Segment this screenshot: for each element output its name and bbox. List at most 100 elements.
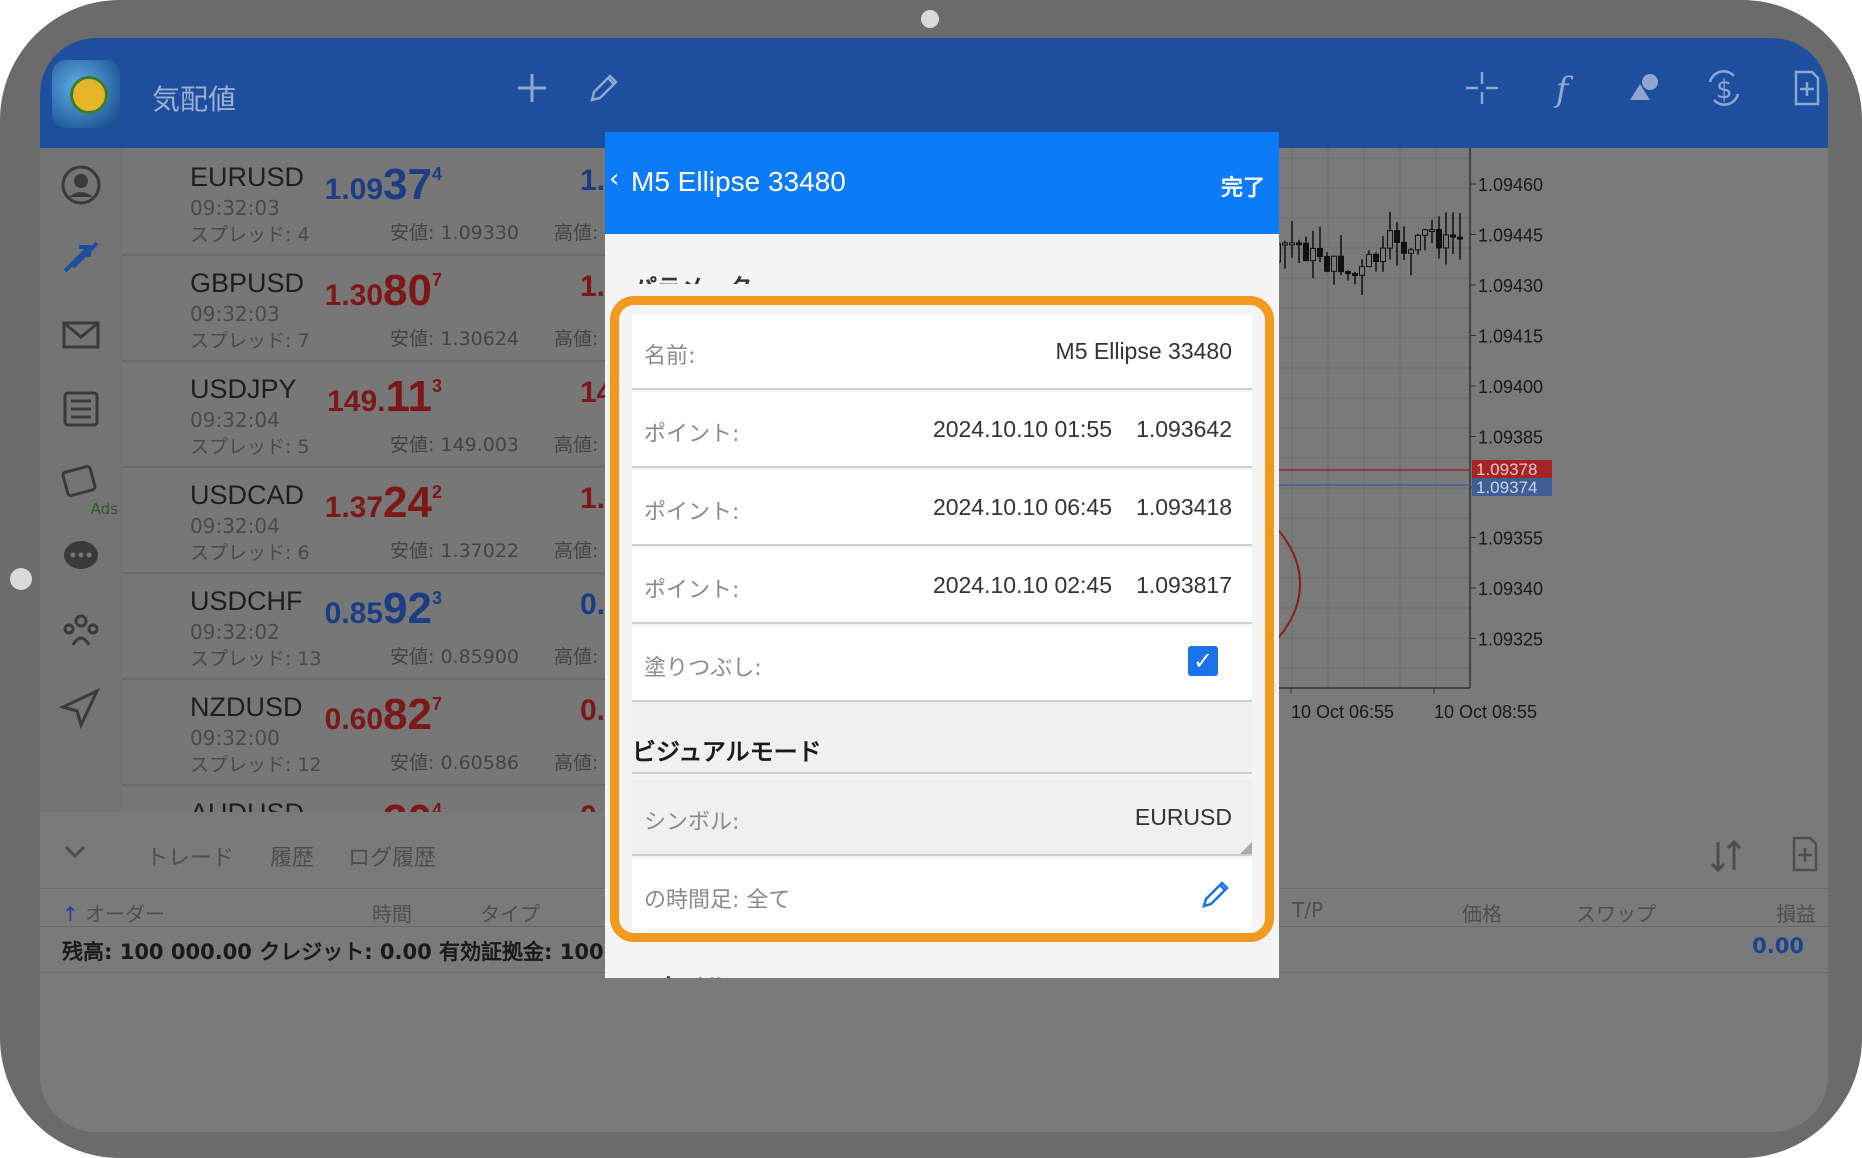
send-icon[interactable]	[52, 678, 110, 736]
svg-text:$: $	[1716, 75, 1733, 105]
back-chevron-icon[interactable]: ‹	[609, 164, 619, 194]
col-swap[interactable]: スワップ	[1576, 898, 1656, 927]
symbol-row[interactable]: シンボル: EURUSD	[632, 780, 1252, 856]
quote-symbol: NZDUSD	[190, 692, 303, 722]
shapes-icon[interactable]	[1622, 68, 1666, 112]
quote-row[interactable]: USDJPY09:32:04スプレッド: 5149.113149.1安値: 14…	[122, 360, 652, 468]
tab-trade[interactable]: トレード	[146, 840, 234, 872]
sort-icon[interactable]	[1706, 836, 1746, 876]
crosshair-icon[interactable]	[1460, 68, 1504, 112]
quote-symbol: USDCAD	[190, 480, 305, 510]
news-icon[interactable]	[52, 380, 110, 438]
candle-body	[1443, 234, 1449, 249]
name-label: 名前:	[644, 344, 696, 369]
point-label: ポイント:	[644, 578, 740, 603]
point-row-3[interactable]: ポイント: 2024.10.10 02:45 1.093817	[632, 548, 1252, 624]
quote-row[interactable]: USDCHF09:32:02スプレッド: 130.859230.859安値: 0…	[122, 572, 652, 680]
quote-symbol: AUDUSD	[190, 798, 304, 812]
quote-symbol: USDJPY	[190, 374, 297, 404]
quote-row[interactable]: AUDUSD0.673040.673	[122, 784, 652, 812]
col-time[interactable]: 時間	[372, 898, 412, 927]
quote-symbol: USDCHF	[190, 586, 303, 616]
candle-body	[1429, 228, 1435, 232]
candle-body	[1373, 253, 1379, 263]
new-order-icon[interactable]	[1786, 834, 1826, 874]
quote-spread: スプレッド: 7	[190, 330, 310, 352]
total-profit: 0.00	[1752, 934, 1804, 958]
candle-body	[1359, 266, 1365, 276]
quote-bid[interactable]: 149.113	[327, 372, 442, 422]
quote-low: 安値: 149.003	[390, 434, 520, 456]
edit-pencil-icon[interactable]	[1198, 876, 1234, 912]
name-value[interactable]: M5 Ellipse 33480	[1056, 338, 1232, 365]
col-price[interactable]: 価格	[1462, 898, 1502, 927]
quote-bid[interactable]: 0.60827	[325, 690, 442, 740]
candle-body	[1387, 230, 1393, 249]
candle-body	[1345, 271, 1351, 275]
point-date[interactable]: 2024.10.10 02:45	[933, 572, 1112, 599]
quote-low: 安値: 1.30624	[390, 328, 520, 350]
collapse-chevron-icon[interactable]	[60, 836, 90, 866]
point-date[interactable]: 2024.10.10 06:45	[933, 494, 1112, 521]
candle-body	[1422, 229, 1428, 236]
fill-checkbox[interactable]: ✓	[1188, 646, 1218, 676]
page-title: 気配値	[152, 83, 237, 116]
price-label: 1.09415	[1478, 327, 1543, 347]
plus-icon[interactable]	[510, 68, 554, 112]
candle-body	[1289, 242, 1295, 246]
ads-label: Ads	[90, 500, 118, 518]
fill-row[interactable]: 塗りつぶし: ✓	[632, 626, 1252, 702]
quote-bid[interactable]: 0.85923	[325, 584, 442, 634]
quote-row[interactable]: GBPUSD09:32:03スプレッド: 71.308071.308安値: 1.…	[122, 254, 652, 362]
candle-body	[1450, 234, 1456, 238]
fill-label: 塗りつぶし:	[644, 656, 762, 681]
point-date[interactable]: 2024.10.10 01:55	[933, 416, 1112, 443]
quote-spread: スプレッド: 4	[190, 224, 310, 246]
quote-symbol: EURUSD	[190, 162, 305, 192]
quote-bid[interactable]: 1.09374	[325, 160, 442, 210]
point-row-1[interactable]: ポイント: 2024.10.10 01:55 1.093642	[632, 392, 1252, 468]
quote-spread: スプレッド: 12	[190, 754, 322, 776]
visual-mode-heading: ビジュアルモード	[632, 738, 822, 766]
name-row[interactable]: 名前: M5 Ellipse 33480	[632, 314, 1252, 390]
col-order[interactable]: ↑ オーダー	[62, 898, 165, 927]
app-logo-icon[interactable]	[52, 60, 120, 128]
function-icon[interactable]: f	[1540, 68, 1584, 112]
quote-time: 09:32:04	[190, 514, 280, 538]
tab-history[interactable]: 履歴	[270, 840, 314, 872]
quote-time: 09:32:03	[190, 302, 280, 326]
timeframe-row[interactable]: の時間足: 全て	[632, 858, 1252, 934]
mail-icon[interactable]	[52, 306, 110, 364]
quote-bid[interactable]: 1.30807	[325, 266, 442, 316]
point-price[interactable]: 1.093418	[1136, 494, 1232, 521]
ads-icon[interactable]: Ads	[52, 454, 118, 518]
section-style-heading: スタイル	[633, 968, 729, 978]
point-price[interactable]: 1.093642	[1136, 416, 1232, 443]
quote-time: 09:32:04	[190, 408, 280, 432]
col-tp[interactable]: T/P	[1292, 898, 1323, 922]
quote-bid[interactable]: 0.67304	[325, 796, 442, 812]
community-icon[interactable]	[52, 602, 110, 660]
candle-body	[1282, 242, 1288, 246]
tab-journal[interactable]: ログ履歴	[348, 840, 436, 872]
pencil-icon[interactable]	[582, 68, 626, 112]
candle-body	[1352, 273, 1358, 277]
price-label: 1.09340	[1478, 579, 1543, 599]
quote-row[interactable]: EURUSD09:32:03スプレッド: 41.093741.093安値: 1.…	[122, 148, 652, 256]
col-profit[interactable]: 損益	[1776, 898, 1816, 927]
quote-row[interactable]: NZDUSD09:32:00スプレッド: 120.608270.608安値: 0…	[122, 678, 652, 786]
point-row-2[interactable]: ポイント: 2024.10.10 06:45 1.093418	[632, 470, 1252, 546]
quote-row[interactable]: USDCAD09:32:04スプレッド: 61.372421.372安値: 1.…	[122, 466, 652, 574]
symbol-value[interactable]: EURUSD	[1135, 804, 1232, 831]
dollar-cycle-icon[interactable]: $	[1702, 68, 1746, 112]
quotes-icon[interactable]	[52, 156, 110, 214]
candle-body	[1415, 234, 1421, 251]
quote-bid[interactable]: 1.37242	[325, 478, 442, 528]
chat-icon[interactable]	[52, 528, 110, 586]
done-button[interactable]: 完了	[1221, 170, 1265, 202]
col-type[interactable]: タイプ	[480, 898, 540, 927]
trade-arrows-icon[interactable]	[52, 230, 110, 288]
point-price[interactable]: 1.093817	[1136, 572, 1232, 599]
candle-body	[1401, 241, 1407, 254]
add-page-icon[interactable]	[1784, 68, 1828, 112]
